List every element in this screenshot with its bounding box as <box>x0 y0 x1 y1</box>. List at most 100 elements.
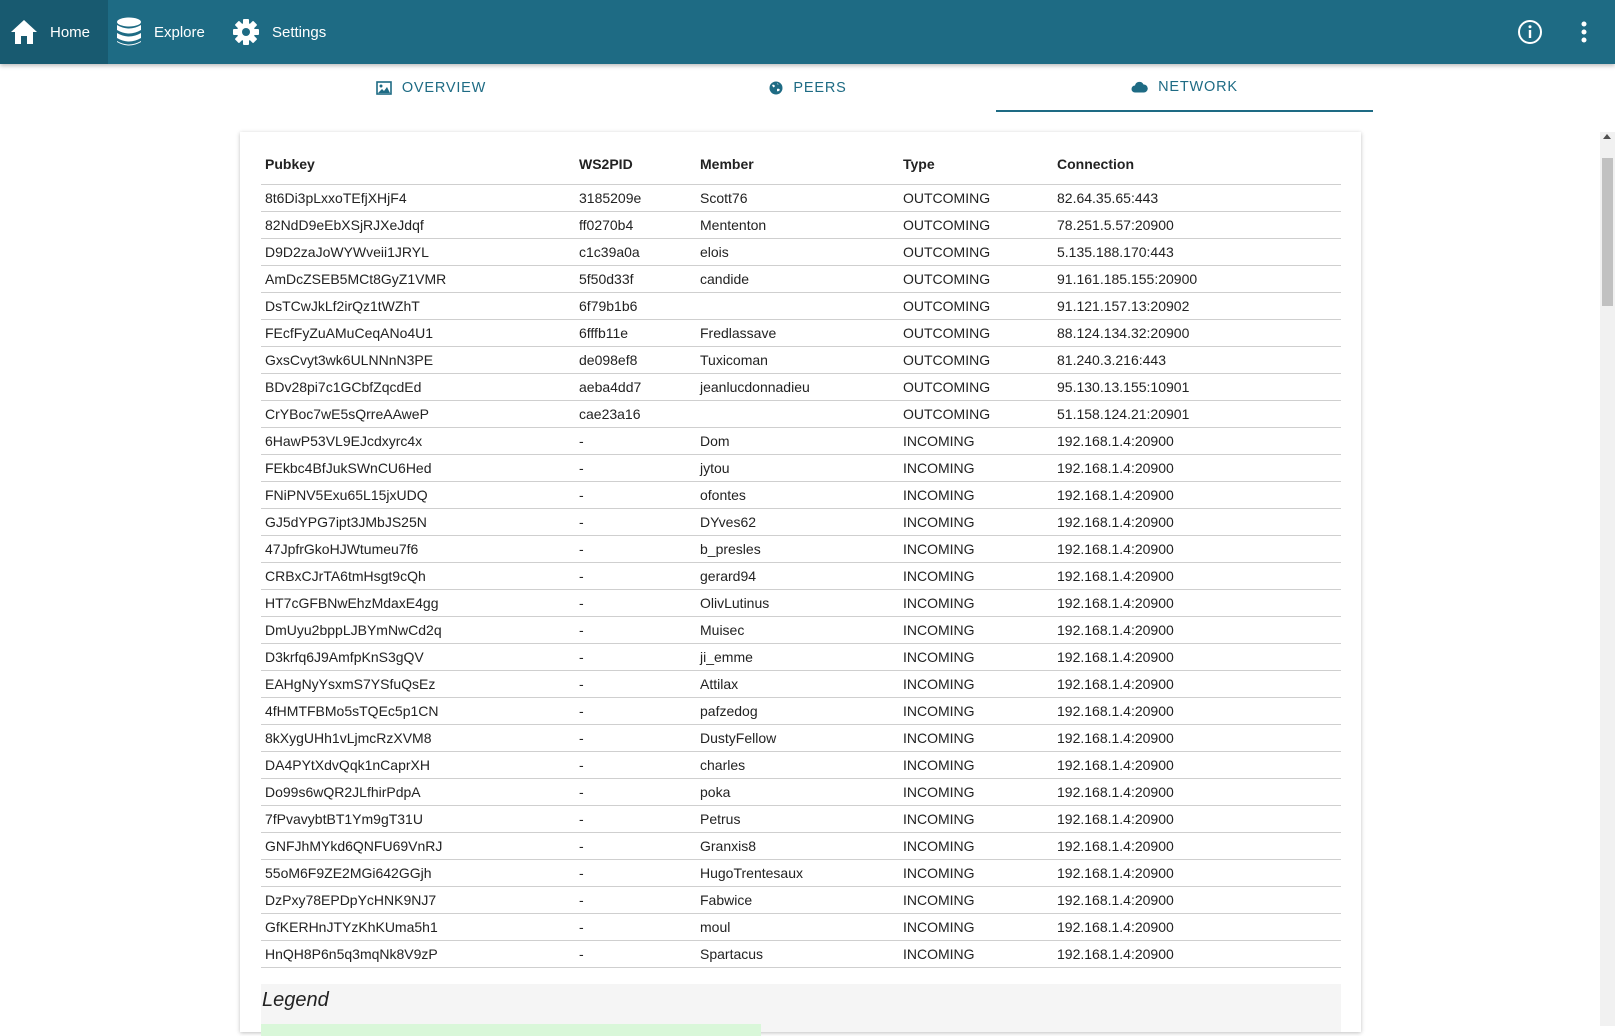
member-cell: Tuxicoman <box>696 346 899 374</box>
pubkey-cell: DsTCwJkLf2irQz1tWZhT <box>261 292 575 320</box>
table-row[interactable]: BDv28pi7c1GCbfZqcdEd aeba4dd7 jeanlucdonna… <box>261 373 1341 401</box>
connection-cell: 192.168.1.4:20900 <box>1053 427 1341 455</box>
scroll-up-arrow-icon[interactable] <box>1603 134 1611 139</box>
type-cell: INCOMING <box>899 832 1053 860</box>
ws2pid-cell: - <box>575 751 696 779</box>
info-icon[interactable] <box>1514 16 1546 48</box>
table-row[interactable]: 55oM6F9ZE2MGi642GGjh - HugoTrentesaux INCOM… <box>261 859 1341 887</box>
database-icon <box>116 17 142 47</box>
table-row[interactable]: DmUyu2bppLJBYmNwCd2q - Muisec INCOMING 192.1… <box>261 616 1341 644</box>
type-cell: INCOMING <box>899 724 1053 752</box>
table-row[interactable]: D3krfq6J9AmfpKnS3gQV - ji_emme INCOMING 192.… <box>261 643 1341 671</box>
table-row[interactable]: GxsCvyt3wk6ULNNnN3PE de098ef8 Tuxicoman OUT… <box>261 346 1341 374</box>
image-icon <box>376 81 392 95</box>
pubkey-cell: GJ5dYPG7ipt3JMbJS25N <box>261 508 575 536</box>
type-cell: INCOMING <box>899 913 1053 941</box>
connection-cell: 192.168.1.4:20900 <box>1053 589 1341 617</box>
tab-overview[interactable]: OVERVIEW <box>242 64 620 112</box>
page-scrollbar[interactable] <box>1600 132 1615 1026</box>
table-row[interactable]: FEkbc4BfJukSWnCU6Hed - jytou INCOMING 192.16… <box>261 454 1341 482</box>
connection-cell: 192.168.1.4:20900 <box>1053 805 1341 833</box>
member-cell: ji_emme <box>696 643 899 671</box>
table-row[interactable]: DzPxy78EPDpYcHNK9NJ7- Fabwice INCOMING 192.… <box>261 886 1341 914</box>
connection-cell: 192.168.1.4:20900 <box>1053 697 1341 725</box>
pubkey-cell: 47JpfrGkoHJWtumeu7f6 <box>261 535 575 563</box>
ws2pid-cell: - <box>575 913 696 941</box>
type-cell: INCOMING <box>899 697 1053 725</box>
nav-home[interactable]: Home <box>0 0 108 64</box>
tab-peers[interactable]: PEERS <box>620 64 996 112</box>
table-row[interactable]: D9D2zaJoWYWveii1JRYL c1c39a0a elois OUTCOMI… <box>261 238 1341 266</box>
type-cell: INCOMING <box>899 562 1053 590</box>
member-cell: jytou <box>696 454 899 482</box>
member-cell <box>696 292 899 320</box>
column-header-connection[interactable]: Connection <box>1053 144 1341 185</box>
table-row[interactable]: EAHgNyYsxmS7YSfuQsEz - Attilax INCOMING 192.… <box>261 670 1341 698</box>
tab-peers-label: PEERS <box>793 80 847 96</box>
scrollbar-thumb[interactable] <box>1602 158 1613 306</box>
table-row[interactable]: CRBxCJrTA6tmHsgt9cQh - gerard94 INCOMING 192… <box>261 562 1341 590</box>
member-cell: Muisec <box>696 616 899 644</box>
table-row[interactable]: 8kXygUHh1vLjmcRzXVM8- DustyFellow INCOMING… <box>261 724 1341 752</box>
pubkey-cell: 82NdD9eEbXSjRJXeJdqf <box>261 211 575 239</box>
table-row[interactable]: 4fHMTFBMo5sTQEc5p1CN - pafzedog INCOMING 192… <box>261 697 1341 725</box>
table-row[interactable]: 47JpfrGkoHJWtumeu7f6- b_presles INCOMING 19… <box>261 535 1341 563</box>
table-row[interactable]: DA4PYtXdvQqk1nCaprXH - charles INCOMING 192.… <box>261 751 1341 779</box>
table-row[interactable]: 6HawP53VL9EJcdxyrc4x - Dom INCOMING 192.168.… <box>261 427 1341 455</box>
connection-cell: 192.168.1.4:20900 <box>1053 724 1341 752</box>
table-row[interactable]: GJ5dYPG7ipt3JMbJS25N - DYves62 INCOMING 192.… <box>261 508 1341 536</box>
connection-cell: 192.168.1.4:20900 <box>1053 940 1341 968</box>
pubkey-cell: CRBxCJrTA6tmHsgt9cQh <box>261 562 575 590</box>
member-cell: Fredlassave <box>696 319 899 347</box>
table-row[interactable]: 8t6Di3pLxxoTEfjXHjF4 3185209e Scott76 OUTCO… <box>261 184 1341 212</box>
pubkey-cell: GxsCvyt3wk6ULNNnN3PE <box>261 346 575 374</box>
ws2pid-cell: - <box>575 886 696 914</box>
table-row[interactable]: GfKERHnJTYzKhKUma5h1- moul INCOMING 192.168… <box>261 913 1341 941</box>
member-cell: DYves62 <box>696 508 899 536</box>
table-row[interactable]: GNFJhMYkd6QNFU69VnRJ - Granxis8 INCOMING 192… <box>261 832 1341 860</box>
member-cell: Attilax <box>696 670 899 698</box>
type-cell: INCOMING <box>899 427 1053 455</box>
type-cell: INCOMING <box>899 535 1053 563</box>
pubkey-cell: DmUyu2bppLJBYmNwCd2q <box>261 616 575 644</box>
column-header-pubkey[interactable]: Pubkey <box>261 144 575 185</box>
ws2pid-cell: - <box>575 859 696 887</box>
network-card: Pubkey WS2PID Member Type Connection 8t6… <box>240 132 1361 1036</box>
connection-cell: 192.168.1.4:20900 <box>1053 751 1341 779</box>
column-header-type[interactable]: Type <box>899 144 1053 185</box>
member-cell: Mententon <box>696 211 899 239</box>
table-row[interactable]: FNiPNV5Exu65L15jxUDQ - ofontes INCOMING 192.… <box>261 481 1341 509</box>
more-vert-icon[interactable] <box>1568 16 1600 48</box>
connection-cell: 192.168.1.4:20900 <box>1053 859 1341 887</box>
tab-network[interactable]: NETWORK <box>996 64 1373 112</box>
connection-cell: 192.168.1.4:20900 <box>1053 643 1341 671</box>
table-row[interactable]: CrYBoc7wE5sQrreAAweP cae23a16 OUTCOMING 51.… <box>261 400 1341 428</box>
table-row[interactable]: AmDcZSEB5MCt8GyZ1VMR 5f50d33f candide OUTCO… <box>261 265 1341 293</box>
connection-cell: 192.168.1.4:20900 <box>1053 778 1341 806</box>
type-cell: OUTCOMING <box>899 346 1053 374</box>
table-row[interactable]: HT7cGFBNwEhzMdaxE4gg - OlivLutinus INCOMING… <box>261 589 1341 617</box>
table-row[interactable]: 82NdD9eEbXSjRJXeJdqf ff0270b4 Mententon OUT… <box>261 211 1341 239</box>
nav-explore[interactable]: Explore <box>108 0 220 64</box>
table-header-row: Pubkey WS2PID Member Type Connection <box>261 144 1341 185</box>
table-row[interactable]: Do99s6wQR2JLfhirPdpA - poka INCOMING 192.168… <box>261 778 1341 806</box>
nav-settings[interactable]: Settings <box>228 0 338 64</box>
member-cell: poka <box>696 778 899 806</box>
table-row[interactable]: FEcfFyZuAMuCeqANo4U1 6fffb11e Fredlassave O… <box>261 319 1341 347</box>
table-row[interactable]: HnQH8P6n5q3mqNk8V9zP - Spartacus INCOMING 19… <box>261 940 1341 968</box>
type-cell: INCOMING <box>899 940 1053 968</box>
table-row[interactable]: DsTCwJkLf2irQz1tWZhT 6f79b1b6 OUTCOMING 91.… <box>261 292 1341 320</box>
ws2pid-cell: - <box>575 670 696 698</box>
connection-cell: 192.168.1.4:20900 <box>1053 562 1341 590</box>
column-header-member[interactable]: Member <box>696 144 899 185</box>
ws2pid-cell: - <box>575 805 696 833</box>
column-header-ws2pid[interactable]: WS2PID <box>575 144 696 185</box>
pubkey-cell: 55oM6F9ZE2MGi642GGjh <box>261 859 575 887</box>
table-row[interactable]: 7fPvavybtBT1Ym9gT31U - Petrus INCOMING 192.1… <box>261 805 1341 833</box>
pubkey-cell: 7fPvavybtBT1Ym9gT31U <box>261 805 575 833</box>
member-cell: DustyFellow <box>696 724 899 752</box>
member-cell: OlivLutinus <box>696 589 899 617</box>
ws2pid-cell: - <box>575 724 696 752</box>
member-cell: Granxis8 <box>696 832 899 860</box>
nav-explore-label: Explore <box>154 23 205 41</box>
